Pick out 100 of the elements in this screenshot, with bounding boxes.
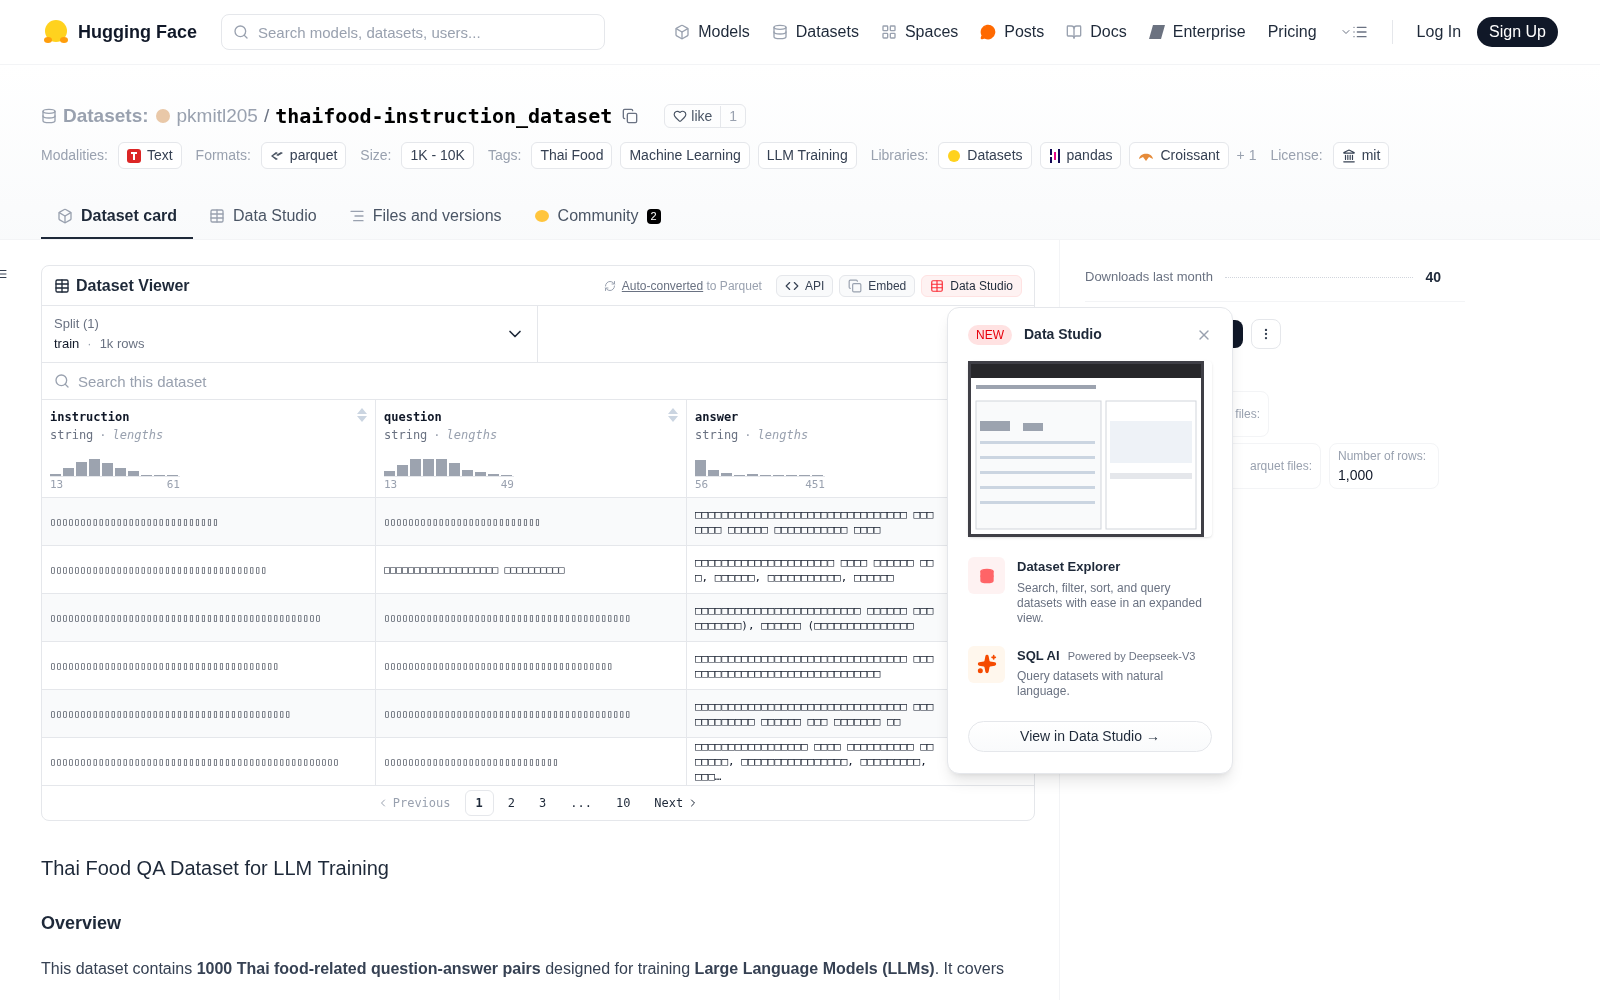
search-field[interactable]: Search models, datasets, users... bbox=[221, 14, 605, 50]
view-in-data-studio-button[interactable]: View in Data Studio → bbox=[968, 721, 1212, 752]
sort-icon[interactable] bbox=[357, 408, 367, 422]
table-icon bbox=[209, 208, 226, 224]
max-length: 49 bbox=[500, 477, 514, 493]
login-link[interactable]: Log In bbox=[1404, 20, 1474, 44]
tab[interactable]: Files and versions bbox=[332, 195, 518, 239]
nav-link[interactable]: Posts bbox=[969, 20, 1056, 44]
column-type: string bbox=[50, 427, 94, 444]
tag-chip[interactable]: Datasets bbox=[938, 142, 1032, 169]
like-count: 1 bbox=[720, 105, 746, 127]
landmark-icon bbox=[1341, 148, 1356, 163]
table-cell-text: ▯▯▯▯▯▯▯▯▯▯▯▯▯▯▯▯▯▯▯▯▯▯▯▯▯▯▯▯▯ bbox=[384, 755, 559, 769]
max-length: 61 bbox=[166, 477, 180, 493]
nav-link[interactable]: Docs bbox=[1055, 20, 1138, 44]
next-page-link[interactable]: Next bbox=[644, 790, 710, 816]
emoji-icon bbox=[947, 148, 962, 163]
like-label: like bbox=[691, 106, 713, 126]
speech-bubble-icon bbox=[980, 24, 997, 40]
meta-label: License: bbox=[1270, 146, 1323, 165]
table-cell-text: ▯▯▯▯▯▯▯▯▯▯▯▯▯▯▯▯▯▯▯▯▯▯▯▯▯▯▯▯▯▯▯▯▯▯▯▯▯▯▯▯▯▯▯▯▯ bbox=[50, 611, 321, 625]
logo-text[interactable]: Hugging Face bbox=[78, 18, 197, 46]
converted-note: to Parquet bbox=[706, 278, 762, 293]
meta-label: Tags: bbox=[487, 146, 522, 165]
stat-value: 1,000 bbox=[1338, 465, 1375, 485]
column-type: string bbox=[384, 427, 428, 444]
count-badge: 2 bbox=[646, 208, 661, 224]
row-count: 1k rows bbox=[99, 335, 145, 353]
table-cell-text: ▯▯▯▯▯▯▯▯▯▯▯▯▯▯▯▯▯▯▯▯▯▯▯▯▯▯▯▯▯▯▯▯▯▯▯▯▯▯ bbox=[384, 659, 613, 673]
overview-paragraph: This dataset contains 1000 Thai food-related question-answer pairs designed for training Large Language Models (LLMs). It covers bbox=[41, 959, 1005, 979]
dot-separator: · bbox=[99, 427, 107, 444]
page-link[interactable]: 3 bbox=[529, 790, 557, 816]
subsection-heading: Overview bbox=[41, 912, 123, 935]
tag-chip[interactable]: LLM Training bbox=[757, 142, 857, 169]
like-button[interactable]: like 1 bbox=[664, 104, 747, 128]
popover-title: Data Studio bbox=[1024, 325, 1102, 344]
tag-chip[interactable]: pandas bbox=[1039, 142, 1122, 169]
converted-link[interactable]: Auto-converted bbox=[621, 278, 704, 293]
tag-chip[interactable]: 1K - 10K bbox=[401, 142, 474, 169]
section-heading: Thai Food QA Dataset for LLM Training bbox=[41, 856, 390, 881]
dataset-search-field[interactable]: Search this dataset bbox=[42, 363, 1034, 399]
table-cell-text: □□□□□□□□□□□□□□□□□□□□□□□□□□□□□□□□ □□□ □□□□□□□□□ □□□□□□ □□□ □□□□□□□ □□ bbox=[695, 698, 935, 729]
split-dropdown[interactable]: Split (1) train · 1k rows bbox=[42, 306, 538, 362]
table-cell-text: ▯▯▯▯▯▯▯▯▯▯▯▯▯▯▯▯▯▯▯▯▯▯▯▯▯▯▯▯▯▯▯▯▯▯▯▯▯▯▯▯▯▯▯▯▯▯▯▯ bbox=[50, 755, 339, 769]
table-cell-text: □□□□□□□□□□□□□□□□□ □□□□ □□□□□□□□□□ □□□□□□□, □□□□□□□□□□□□□□□□, □□□□□□□□□, □□□… bbox=[695, 739, 935, 784]
page-link[interactable]: 2 bbox=[497, 790, 525, 816]
table-cell-text: ▯▯▯▯▯▯▯▯▯▯▯▯▯▯▯▯▯▯▯▯▯▯▯▯▯▯▯▯▯▯▯▯▯▯▯▯▯▯▯▯ bbox=[50, 707, 291, 721]
copy-icon bbox=[848, 278, 863, 293]
table-cell-text: ▯▯▯▯▯▯▯▯▯▯▯▯▯▯▯▯▯▯▯▯▯▯▯▯▯▯▯▯▯▯▯▯▯▯▯▯ bbox=[50, 563, 267, 577]
bars-icon bbox=[1048, 147, 1061, 164]
category-label: Datasets: bbox=[63, 103, 149, 128]
stat-label: Number of rows: bbox=[1338, 447, 1428, 465]
tag-chip[interactable]: Thai Food bbox=[531, 142, 613, 169]
tab[interactable]: Dataset card bbox=[41, 195, 194, 239]
book-icon bbox=[1066, 24, 1083, 40]
ellipsis: ... bbox=[569, 795, 593, 812]
nav-link[interactable]: Models bbox=[663, 20, 761, 44]
dot-separator: · bbox=[87, 335, 92, 353]
signup-button[interactable]: Sign Up bbox=[1477, 17, 1558, 47]
table-cell-text: ▯▯▯▯▯▯▯▯▯▯▯▯▯▯▯▯▯▯▯▯▯▯▯▯▯▯▯▯ bbox=[50, 515, 219, 529]
nav-link[interactable]: Enterprise bbox=[1137, 20, 1257, 44]
min-length: 13 bbox=[384, 477, 398, 493]
nav-link[interactable]: Datasets bbox=[760, 20, 870, 44]
tag-chip[interactable]: mit bbox=[1332, 142, 1390, 169]
api-button[interactable]: API bbox=[775, 274, 834, 297]
column-stat: lengths bbox=[757, 427, 809, 444]
cube-icon bbox=[57, 208, 73, 224]
stat-label: arquet files: bbox=[1249, 458, 1312, 475]
table-cell-text: □□□□□□□□□□□□□□□□□□□□□□□□□□□□□□□□ □□□□□□□ □□□□□□ □□□□□□□□□□□ □□□□ bbox=[695, 506, 935, 537]
search-icon bbox=[233, 24, 249, 40]
copy-icon[interactable] bbox=[622, 108, 639, 124]
feature-title: SQL AI bbox=[1017, 646, 1060, 665]
logo-icon bbox=[42, 18, 70, 46]
tag-chip[interactable]: parquet bbox=[260, 142, 347, 169]
avatar-icon bbox=[154, 108, 171, 124]
table-cell-text: □□□□□□□□□□□□□□□□□□□□□□□□□□□□□□□□ □□□ □□□□□□□□□□□□□□□□□□□□□□□□□□□□ bbox=[695, 650, 935, 681]
tag-chip[interactable]: Text bbox=[117, 142, 182, 169]
cube-icon bbox=[674, 24, 691, 40]
tag-chip[interactable]: Croissant bbox=[1129, 142, 1229, 169]
page-link[interactable]: 1 bbox=[464, 790, 494, 816]
dot-separator: · bbox=[433, 427, 441, 444]
tab[interactable]: Community 2 bbox=[517, 195, 677, 239]
meta-label: Formats: bbox=[195, 146, 251, 165]
split-value: train bbox=[54, 335, 80, 353]
nav-link[interactable]: Pricing bbox=[1256, 20, 1328, 44]
column-stat: lengths bbox=[446, 427, 498, 444]
data-studio-button[interactable]: Data Studio bbox=[921, 274, 1022, 297]
tag-chip[interactable]: Machine Learning bbox=[620, 142, 750, 169]
dataset-name[interactable]: thaifood-instruction_dataset bbox=[275, 101, 613, 131]
page-link[interactable]: 10 bbox=[605, 790, 641, 816]
sparkles-icon bbox=[968, 645, 1005, 683]
embed-button[interactable]: Embed bbox=[839, 274, 916, 297]
tab[interactable]: Data Studio bbox=[193, 195, 333, 239]
meta-label: Size: bbox=[360, 146, 392, 165]
database-icon bbox=[968, 557, 1005, 594]
sort-icon[interactable] bbox=[668, 408, 678, 422]
table-cell-text: ▯▯▯▯▯▯▯▯▯▯▯▯▯▯▯▯▯▯▯▯▯▯▯▯▯▯▯▯▯▯▯▯▯▯▯▯▯▯▯▯▯ bbox=[384, 611, 631, 625]
nav-link[interactable]: Spaces bbox=[869, 20, 970, 44]
split-label: Split (1) bbox=[54, 315, 100, 333]
feature-description: Search, filter, sort, and query datasets with ease in an expanded view. bbox=[1017, 580, 1203, 626]
